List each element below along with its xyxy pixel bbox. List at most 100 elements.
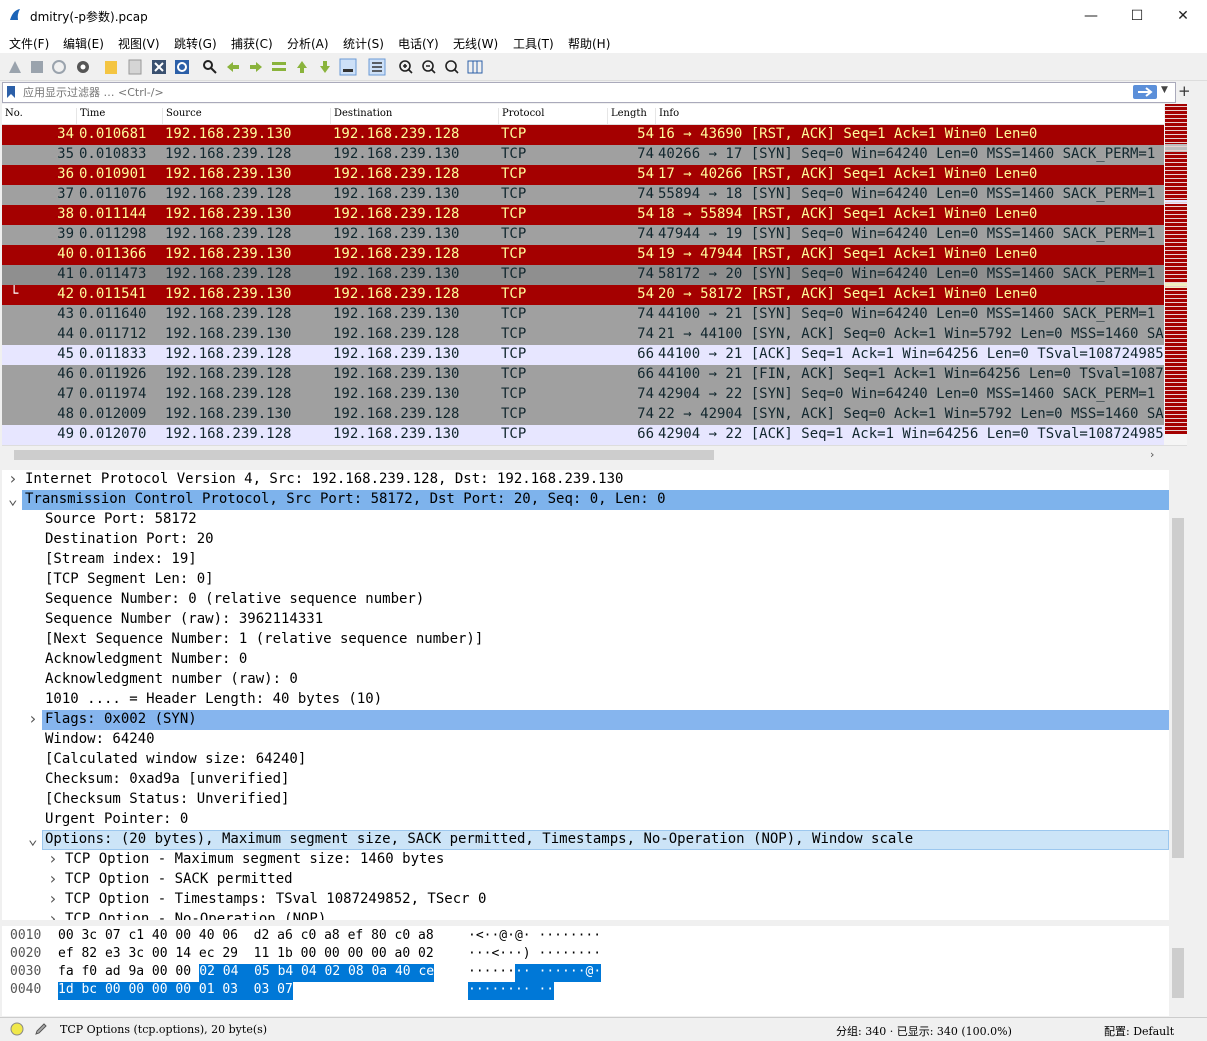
detail-tree-item[interactable]: › Flags: 0x002 (SYN) (2, 710, 1169, 730)
menu-analyze[interactable]: 分析(A) (287, 35, 329, 52)
column-time[interactable]: Time (76, 108, 162, 124)
detail-tree-item[interactable]: ⌄ Transmission Control Protocol, Src Port… (2, 490, 1169, 510)
colorize-icon[interactable] (368, 58, 386, 76)
last-packet-icon[interactable] (316, 58, 334, 76)
start-capture-icon[interactable] (6, 58, 24, 76)
detail-tree-item[interactable]: Destination Port: 20 (2, 530, 1169, 550)
detail-tree-item[interactable]: [TCP Segment Len: 0] (2, 570, 1169, 590)
detail-tree-item[interactable]: Acknowledgment Number: 0 (2, 650, 1169, 670)
detail-tree-item[interactable]: [Next Sequence Number: 1 (relative seque… (2, 630, 1169, 650)
first-packet-icon[interactable] (293, 58, 311, 76)
packet-row[interactable]: 34 0.010681 192.168.239.130 192.168.239.128… (2, 125, 1164, 145)
auto-scroll-icon[interactable] (339, 58, 357, 76)
detail-tree-item[interactable]: 1010 .... = Header Length: 40 bytes (10) (2, 690, 1169, 710)
packet-row[interactable]: 40 0.011366 192.168.239.130 192.168.239.128… (2, 245, 1164, 265)
column-no[interactable]: No. (2, 108, 76, 124)
detail-tree-item[interactable]: Checksum: 0xad9a [unverified] (2, 770, 1169, 790)
detail-tree-item[interactable]: › TCP Option - Maximum segment size: 1460… (2, 850, 1169, 870)
packet-row[interactable]: 42 0.011541 192.168.239.130 192.168.239.128… (2, 285, 1164, 305)
hex-offset[interactable]: 0010 (10, 928, 41, 946)
menu-go[interactable]: 跳转(G) (174, 35, 217, 52)
packet-row[interactable]: 37 0.011076 192.168.239.128 192.168.239.130… (2, 185, 1164, 205)
detail-tree-item[interactable]: › Internet Protocol Version 4, Src: 192.1… (2, 470, 1169, 490)
open-file-icon[interactable] (102, 58, 120, 76)
bookmark-icon[interactable] (6, 85, 16, 99)
column-info[interactable]: Info (655, 108, 1164, 124)
minimize-button[interactable]: — (1068, 0, 1114, 31)
packet-row[interactable]: 46 0.011926 192.168.239.128 192.168.239.130… (2, 365, 1164, 385)
detail-tree-item[interactable]: Source Port: 58172 (2, 510, 1169, 530)
scroll-thumb[interactable] (1172, 948, 1184, 998)
hex-offset[interactable]: 0020 (10, 946, 41, 964)
packet-list-minimap[interactable] (1164, 104, 1187, 445)
ascii-bytes[interactable]: ···<···) ········ (468, 946, 601, 964)
reload-file-icon[interactable] (173, 58, 191, 76)
display-filter-input[interactable] (23, 84, 1123, 100)
expand-chevron-right-icon[interactable]: › (48, 891, 58, 907)
zoom-out-icon[interactable] (420, 58, 438, 76)
packet-row[interactable]: 41 0.011473 192.168.239.128 192.168.239.130… (2, 265, 1164, 285)
detail-tree-item[interactable]: ⌄ Options: (20 bytes), Maximum segment si… (2, 830, 1169, 850)
hex-offset[interactable]: 0030 (10, 964, 41, 982)
packet-row[interactable]: 49 0.012070 192.168.239.128 192.168.239.130… (2, 425, 1164, 445)
menu-file[interactable]: 文件(F) (9, 35, 49, 52)
packet-row[interactable]: 45 0.011833 192.168.239.128 192.168.239.130… (2, 345, 1164, 365)
close-file-icon[interactable] (150, 58, 168, 76)
expand-chevron-right-icon[interactable]: › (48, 871, 58, 887)
packet-row[interactable]: 43 0.011640 192.168.239.128 192.168.239.130… (2, 305, 1164, 325)
apply-filter-button[interactable] (1133, 85, 1157, 99)
ascii-bytes-selected[interactable]: ·· ······@· (515, 964, 602, 982)
go-to-packet-icon[interactable] (270, 58, 288, 76)
ascii-bytes[interactable]: ······ (468, 964, 515, 982)
expert-info-icon[interactable] (10, 1022, 24, 1036)
column-source[interactable]: Source (162, 108, 330, 124)
packet-row[interactable]: 39 0.011298 192.168.239.128 192.168.239.130… (2, 225, 1164, 245)
hex-bytes[interactable]: ef 82 e3 3c 00 14 ec 29 11 1b 00 00 00 0… (58, 946, 434, 964)
resize-columns-icon[interactable] (466, 58, 484, 76)
chevron-down-icon[interactable]: ▼ (1161, 85, 1168, 95)
packet-row[interactable]: 48 0.012009 192.168.239.130 192.168.239.128… (2, 405, 1164, 425)
menu-capture[interactable]: 捕获(C) (231, 35, 273, 52)
add-filter-button[interactable]: + (1178, 82, 1191, 100)
expand-chevron-right-icon[interactable]: › (48, 911, 58, 921)
maximize-button[interactable]: ☐ (1114, 0, 1160, 31)
hex-offset[interactable]: 0040 (10, 982, 41, 1000)
find-packet-icon[interactable] (201, 58, 219, 76)
close-button[interactable]: ✕ (1160, 0, 1206, 31)
menu-view[interactable]: 视图(V) (118, 35, 160, 52)
restart-capture-icon[interactable] (50, 58, 68, 76)
capture-options-icon[interactable] (74, 58, 92, 76)
ascii-bytes[interactable]: ·<··@·@· ········ (468, 928, 601, 946)
expand-chevron-down-icon[interactable]: ⌄ (8, 491, 18, 507)
chevron-right-icon[interactable]: › (1150, 448, 1154, 461)
hex-bytes[interactable]: 00 3c 07 c1 40 00 40 06 d2 a6 c0 a8 ef 8… (58, 928, 434, 946)
menu-telephony[interactable]: 电话(Y) (398, 35, 439, 52)
details-vscroll[interactable] (1169, 470, 1187, 920)
normal-size-icon[interactable] (443, 58, 461, 76)
status-profile[interactable]: 配置: Default (1104, 1023, 1174, 1039)
scroll-thumb[interactable] (1172, 518, 1184, 858)
zoom-in-icon[interactable] (397, 58, 415, 76)
detail-tree-item[interactable]: Urgent Pointer: 0 (2, 810, 1169, 830)
detail-tree-item[interactable]: Window: 64240 (2, 730, 1169, 750)
menu-wireless[interactable]: 无线(W) (453, 35, 498, 52)
packet-row[interactable]: 44 0.011712 192.168.239.130 192.168.239.128… (2, 325, 1164, 345)
detail-tree-item[interactable]: Sequence Number: 0 (relative sequence nu… (2, 590, 1169, 610)
ascii-bytes-selected[interactable]: ········ ·· (468, 982, 555, 1000)
packet-row[interactable]: 35 0.010833 192.168.239.128 192.168.239.130… (2, 145, 1164, 165)
packet-list-hscroll[interactable]: › (2, 445, 1187, 464)
column-protocol[interactable]: Protocol (498, 108, 607, 124)
detail-tree-item[interactable]: [Checksum Status: Unverified] (2, 790, 1169, 810)
detail-tree-item[interactable]: [Calculated window size: 64240] (2, 750, 1169, 770)
expand-chevron-right-icon[interactable]: › (8, 471, 18, 487)
hex-bytes-selected[interactable]: 1d bc 00 00 00 00 01 03 03 07 (58, 982, 293, 1000)
menu-statistics[interactable]: 统计(S) (343, 35, 384, 52)
detail-tree-item[interactable]: [Stream index: 19] (2, 550, 1169, 570)
detail-tree-item[interactable]: Sequence Number (raw): 3962114331 (2, 610, 1169, 630)
packet-row[interactable]: 36 0.010901 192.168.239.130 192.168.239.128… (2, 165, 1164, 185)
expand-chevron-right-icon[interactable]: › (48, 851, 58, 867)
detail-tree-item[interactable]: › TCP Option - Timestamps: TSval 10872498… (2, 890, 1169, 910)
expand-chevron-right-icon[interactable]: › (28, 711, 38, 727)
hex-bytes-selected[interactable]: 02 04 05 b4 04 02 08 0a 40 ce (199, 964, 435, 982)
expand-chevron-down-icon[interactable]: ⌄ (28, 831, 38, 847)
